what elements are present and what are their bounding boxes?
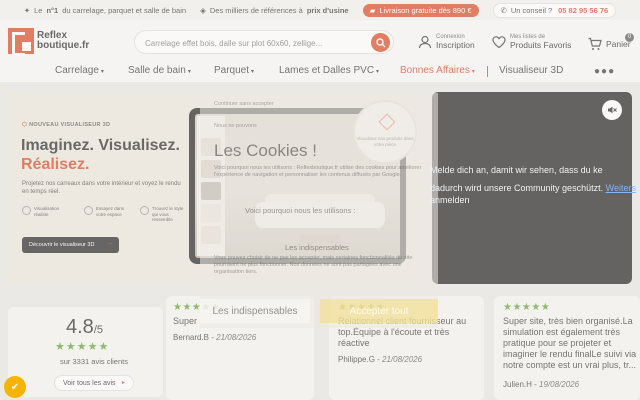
video-overlay-line: Melde dich an, damit wir sehen, dass du … <box>430 165 603 175</box>
trust-badge-button[interactable]: ✔ <box>4 376 26 398</box>
cookie-section-label: Les indispensables <box>285 243 349 252</box>
accept-all-cookies-button[interactable]: Accepter tout <box>320 299 438 323</box>
video-overlay-link[interactable]: Weiters <box>606 183 636 193</box>
video-overlay-line: anmelden <box>430 195 470 205</box>
video-overlay-line-text: dadurch wird unsere Community geschützt. <box>430 183 604 193</box>
video-overlay-text: Melde dich an, damit wir sehen, dass du … <box>430 164 640 206</box>
cookie-subheading: Nous ne pouvons <box>214 123 257 129</box>
video-overlay-line: dadurch wird unsere Community geschützt.… <box>430 182 640 194</box>
essential-cookies-button[interactable]: Les indispensables <box>200 299 310 323</box>
cookie-section-label: Voici pourquoi nous les utilisons : <box>245 206 356 215</box>
cookie-title: Les Cookies ! <box>214 141 317 160</box>
checkmark-icon: ✔ <box>10 381 20 393</box>
cookie-text-secondary: Vous pouvez choisir de ne pas les accept… <box>214 255 413 275</box>
cookie-consent-dialog: Continuer sans accepter Nous ne pouvons … <box>200 93 438 328</box>
cookie-text: Voici pourquoi nous les utilisons : Refl… <box>214 165 422 178</box>
continue-without-accepting-link[interactable]: Continuer sans accepter <box>214 101 274 107</box>
